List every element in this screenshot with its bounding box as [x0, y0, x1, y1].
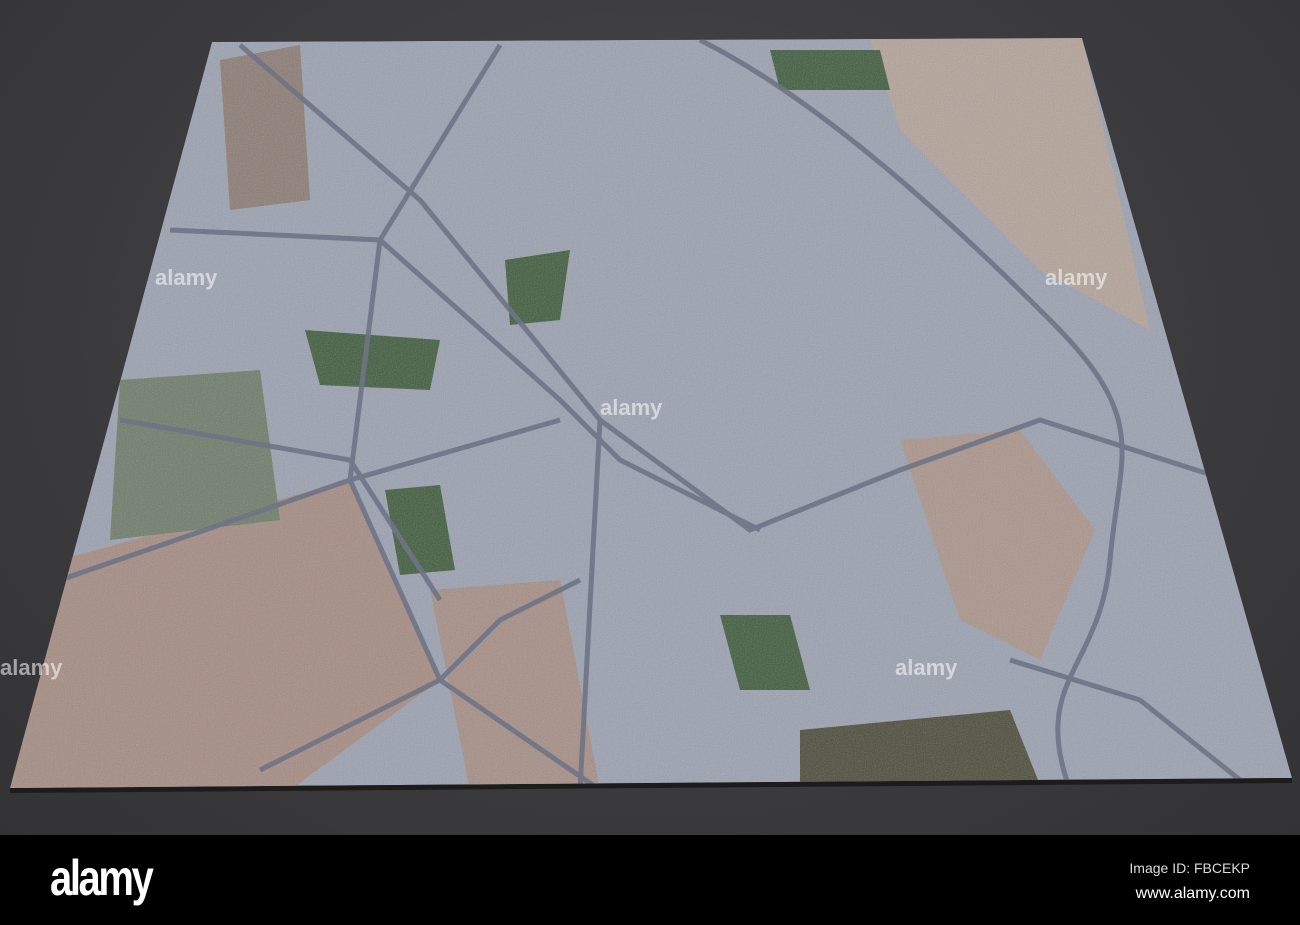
watermark: alamy	[155, 265, 218, 290]
alamy-logo: alamy	[50, 850, 154, 906]
watermark: alamy	[600, 395, 663, 420]
image-id: Image ID: FBCEKP	[1129, 860, 1250, 876]
footer-bar: alamy Image ID: FBCEKP www.alamy.com	[0, 835, 1300, 925]
map-scene: alamy alamy alamy alamy alamy	[0, 0, 1300, 835]
watermark: alamy	[0, 655, 63, 680]
watermark: alamy	[1045, 265, 1108, 290]
website-link[interactable]: www.alamy.com	[1136, 885, 1250, 903]
watermark: alamy	[895, 655, 958, 680]
